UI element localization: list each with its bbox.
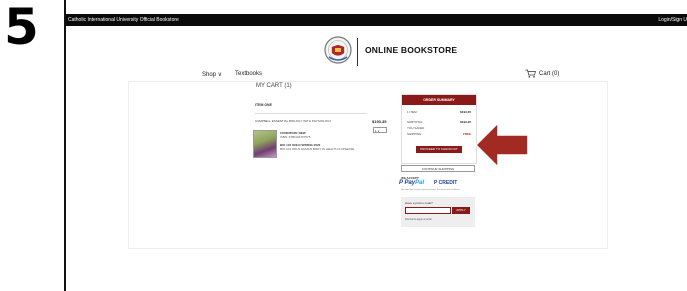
summary-saved-row: YOU SAVED [407, 126, 425, 130]
browser-screenshot: Catholic International University Offici… [64, 0, 687, 291]
product-title[interactable]: CAMPBELL ESSENTIAL BIOLOGY WITH PHYSIOLO… [255, 119, 331, 123]
summary-shipping-row: SHIPPING FREE [407, 132, 471, 136]
order-summary-panel: ORDER SUMMARY 1 ITEM $193.35 SUBTOTAL $193… [401, 94, 477, 164]
paypal-credit-logo: P CREDIT [434, 180, 458, 186]
payment-fineprint: Get more time to pay for your purchase. … [401, 189, 461, 191]
order-summary-title: ORDER SUMMARY [402, 95, 476, 105]
item-price: $193.35 [372, 119, 387, 124]
my-cart-heading: MY CART (1) [256, 83, 292, 89]
summary-subtotal-row: SUBTOTAL $193.35 [407, 120, 471, 124]
isbn: ISBN: 9780134767575 [280, 135, 311, 139]
quantity-value: 1 [375, 129, 377, 133]
item-details: CONDITION: NEW ISBN: 9780134767575 BIO 1… [280, 131, 354, 151]
course-name: BIO 104 ONLN HUMAN BODY IN HEALTH & DISE… [280, 147, 355, 151]
logo-divider [357, 38, 358, 66]
proceed-to-checkout-button[interactable]: PROCEED TO CHECKOUT [416, 146, 462, 153]
divider [255, 113, 367, 114]
store-title: ONLINE BOOKSTORE [365, 45, 458, 55]
nav-shop-menu[interactable]: Shop ∨ [202, 71, 222, 78]
paypal-logo: P PayPal [399, 180, 425, 186]
quantity-select[interactable]: 1 ∨ [373, 127, 387, 133]
item-heading: ITEM ONE [255, 103, 272, 107]
book-cover-image [253, 130, 277, 158]
promo-label: Have a promo code? [405, 201, 433, 205]
cart-icon[interactable] [525, 69, 536, 78]
apply-button[interactable]: APPLY [452, 207, 470, 214]
top-bar: Catholic International University Offici… [66, 14, 687, 26]
promo-code-input[interactable] [405, 207, 451, 214]
login-link[interactable]: Login/Sign U [658, 14, 687, 26]
step-number: 5 [4, 0, 39, 56]
cart-link[interactable]: Cart (0) [539, 71, 559, 77]
cart-panel [128, 81, 608, 249]
promo-code-panel: Have a promo code? APPLY Discounts apply… [401, 197, 475, 227]
continue-shopping-button[interactable]: CONTINUE SHOPPING [401, 165, 475, 172]
nav-textbooks[interactable]: Textbooks [235, 71, 262, 77]
pointer-arrow-icon [474, 121, 529, 169]
summary-items-row: 1 ITEM $193.35 [407, 110, 471, 114]
store-name: Catholic International University Offici… [68, 17, 179, 23]
promo-note: Discounts apply at order [405, 218, 432, 221]
university-seal-logo[interactable] [318, 35, 358, 65]
